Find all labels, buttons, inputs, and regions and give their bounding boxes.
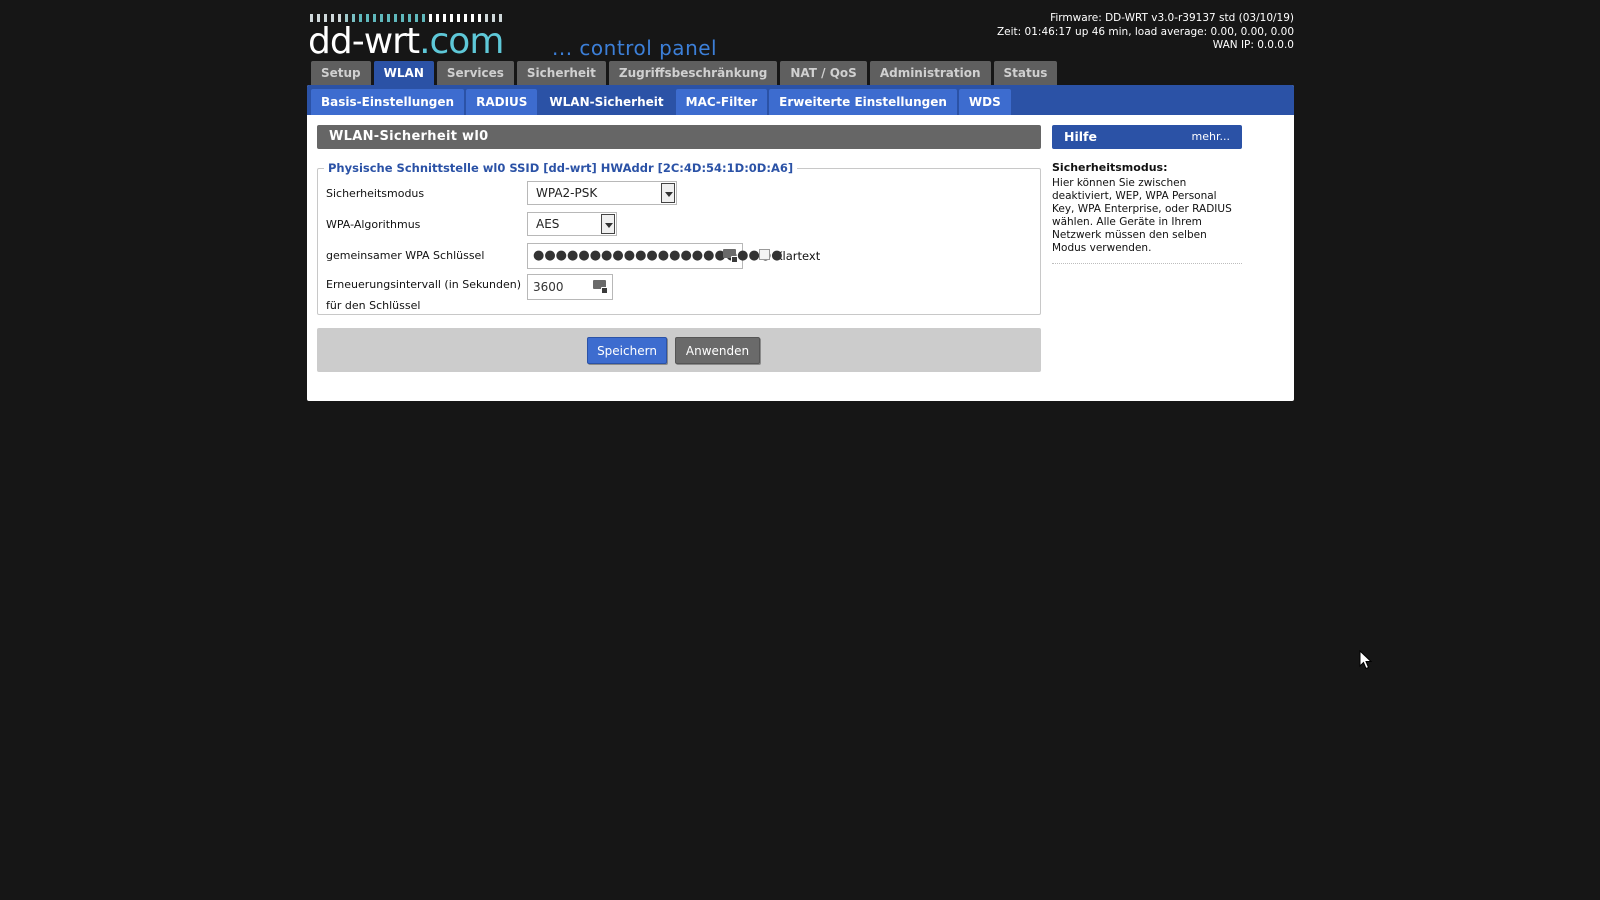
- tab-services[interactable]: Services: [436, 61, 514, 86]
- main-panel: Basis-Einstellungen RADIUS WLAN-Sicherheit…: [307, 85, 1294, 401]
- wpa-algorithm-select[interactable]: AES: [527, 212, 617, 236]
- tab-setup[interactable]: Setup: [311, 61, 371, 86]
- content-area: WLAN-Sicherheit wl0 Physische Schnittste…: [317, 125, 1041, 372]
- page-wrapper: dd-wrt.com ... control panel Firmware: D…: [307, 0, 1294, 401]
- chevron-down-icon[interactable]: [661, 183, 675, 203]
- subtab-basis-einstellungen[interactable]: Basis-Einstellungen: [311, 89, 465, 115]
- uptime-info: Zeit: 01:46:17 up 46 min, load average: …: [996, 25, 1294, 38]
- apply-button[interactable]: Anwenden: [675, 337, 760, 364]
- save-button[interactable]: Speichern: [587, 337, 667, 364]
- wpa-key-value: ●●●●●●●●●●●●●●●●●●●●●●: [533, 248, 783, 263]
- help-heading: Sicherheitsmodus:: [1052, 161, 1168, 174]
- cleartext-checkbox[interactable]: [759, 249, 770, 260]
- rekey-interval-value: 3600: [533, 280, 564, 294]
- logo-text: dd-wrt.com: [308, 21, 504, 62]
- tab-status[interactable]: Status: [993, 61, 1058, 86]
- subtab-mac-filter[interactable]: MAC-Filter: [675, 89, 768, 115]
- wan-ip-info: WAN IP: 0.0.0.0: [1212, 39, 1294, 51]
- subtab-bar: Basis-Einstellungen RADIUS WLAN-Sicherheit…: [307, 85, 1294, 115]
- help-header: Hilfe mehr...: [1052, 125, 1242, 149]
- ddwrt-logo[interactable]: dd-wrt.com ... control panel: [308, 12, 740, 62]
- wpa-key-label: gemeinsamer WPA Schlüssel: [326, 249, 485, 262]
- security-mode-select[interactable]: WPA2-PSK: [527, 181, 677, 205]
- help-text: Hier können Sie zwischen deaktiviert, WE…: [1052, 177, 1232, 254]
- main-tabs: Setup WLAN Services Sicherheit Zugriffsbesch…: [311, 61, 1060, 87]
- security-mode-row: Sicherheitsmodus WPA2-PSK: [326, 181, 1032, 212]
- wpa-algorithm-row: WPA-Algorithmus AES: [326, 212, 1032, 243]
- interface-legend: Physische Schnittstelle wl0 SSID [dd-wrt…: [328, 161, 794, 175]
- subtab-erweiterte-einstellungen[interactable]: Erweiterte Einstellungen: [769, 89, 957, 115]
- wpa-algorithm-value: AES: [536, 217, 560, 231]
- help-body: Sicherheitsmodus: Hier können Sie zwisch…: [1052, 161, 1242, 264]
- button-bar: Speichern Anwenden: [317, 328, 1041, 372]
- header: dd-wrt.com ... control panel Firmware: D…: [307, 0, 1294, 87]
- wpa-key-row: gemeinsamer WPA Schlüssel ●●●●●●●●●●●●●●…: [326, 243, 1032, 274]
- rekey-interval-row: Erneuerungsintervall (in Sekunden) für d…: [326, 274, 1032, 318]
- logo-tagline: ... control panel: [552, 36, 718, 60]
- subtab-radius[interactable]: RADIUS: [466, 89, 538, 115]
- keyboard-icon[interactable]: [723, 249, 738, 263]
- help-title: Hilfe: [1064, 129, 1097, 144]
- interface-fieldset: Physische Schnittstelle wl0 SSID [dd-wrt…: [317, 161, 1041, 315]
- keyboard-icon[interactable]: [593, 280, 608, 294]
- help-panel: Hilfe mehr... Sicherheitsmodus: Hier kön…: [1052, 125, 1242, 264]
- tab-sicherheit[interactable]: Sicherheit: [516, 61, 606, 86]
- security-mode-label: Sicherheitsmodus: [326, 187, 425, 200]
- firmware-info: Firmware: DD-WRT v3.0-r39137 std (03/10/…: [1050, 12, 1294, 24]
- tab-nat-qos[interactable]: NAT / QoS: [780, 61, 867, 86]
- chevron-down-icon[interactable]: [601, 214, 615, 234]
- help-more-link[interactable]: mehr...: [1192, 125, 1230, 149]
- tab-zugriffsbeschraenkung[interactable]: Zugriffsbeschränkung: [608, 61, 778, 86]
- tab-administration[interactable]: Administration: [869, 61, 991, 86]
- wpa-algorithm-label: WPA-Algorithmus: [326, 218, 421, 231]
- rekey-interval-label: Erneuerungsintervall (in Sekunden) für d…: [326, 278, 521, 312]
- subtab-wds[interactable]: WDS: [958, 89, 1011, 115]
- security-mode-value: WPA2-PSK: [536, 186, 598, 200]
- rekey-interval-input[interactable]: 3600: [527, 274, 613, 300]
- wpa-key-input[interactable]: ●●●●●●●●●●●●●●●●●●●●●●: [527, 243, 783, 269]
- sub-tabs: Basis-Einstellungen RADIUS WLAN-Sicherheit…: [311, 89, 1013, 115]
- section-title: WLAN-Sicherheit wl0: [317, 125, 1041, 149]
- tab-wlan[interactable]: WLAN: [373, 61, 434, 87]
- mouse-pointer-icon: [1359, 650, 1373, 670]
- system-info: Firmware: DD-WRT v3.0-r39137 std (03/10/…: [997, 12, 1294, 53]
- subtab-wlan-sicherheit[interactable]: WLAN-Sicherheit: [539, 89, 674, 115]
